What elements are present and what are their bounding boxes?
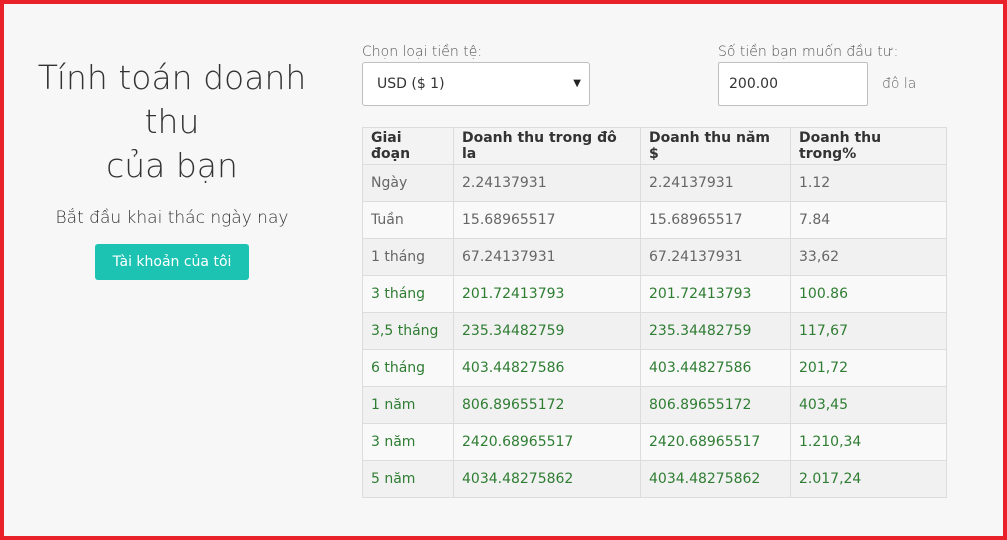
- currency-value: USD ($ 1): [377, 76, 445, 92]
- revenue-year-cell: 2.24137931: [640, 164, 791, 202]
- title-line-2: của bạn: [106, 146, 238, 185]
- revenue-dollar-cell: 2420.68965517: [453, 423, 641, 461]
- header-period: Giai đoạn: [362, 127, 454, 165]
- amount-unit: đô la: [882, 76, 917, 92]
- revenue-year-cell: 235.34482759: [640, 312, 791, 350]
- revenue-year-cell: 403.44827586: [640, 349, 791, 387]
- revenue-year-cell: 2420.68965517: [640, 423, 791, 461]
- amount-label: Số tiền bạn muốn đầu tư:: [718, 44, 899, 60]
- revenue-dollar-cell: 67.24137931: [453, 238, 641, 276]
- revenue-percent-cell: 117,67: [790, 312, 947, 350]
- revenue-dollar-cell: 4034.48275862: [453, 460, 641, 498]
- period-cell: Tuần: [362, 201, 454, 239]
- table-header-row: Giai đoạn Doanh thu trong đô la Doanh th…: [362, 127, 947, 165]
- revenue-dollar-cell: 806.89655172: [453, 386, 641, 424]
- revenue-year-cell: 67.24137931: [640, 238, 791, 276]
- period-cell: 6 tháng: [362, 349, 454, 387]
- currency-label: Chọn loại tiền tệ:: [362, 44, 483, 60]
- revenue-year-cell: 201.72413793: [640, 275, 791, 313]
- table-row: 6 tháng 403.44827586 403.44827586 201,72: [362, 349, 947, 387]
- table-row: Tuần 15.68965517 15.68965517 7.84: [362, 201, 947, 239]
- revenue-percent-cell: 33,62: [790, 238, 947, 276]
- header-revenue-year: Doanh thu năm $: [640, 127, 791, 165]
- revenue-dollar-cell: 235.34482759: [453, 312, 641, 350]
- revenue-percent-cell: 7.84: [790, 201, 947, 239]
- period-cell: 3 năm: [362, 423, 454, 461]
- table-row: 3 tháng 201.72413793 201.72413793 100.86: [362, 275, 947, 313]
- table-row: 5 năm 4034.48275862 4034.48275862 2.017,…: [362, 460, 947, 498]
- period-cell: 1 tháng: [362, 238, 454, 276]
- hero-section: Tính toán doanh thu của bạn Bắt đầu khai…: [12, 56, 332, 280]
- period-cell: 3 tháng: [362, 275, 454, 313]
- revenue-percent-cell: 100.86: [790, 275, 947, 313]
- amount-input[interactable]: 200.00: [718, 62, 868, 106]
- revenue-table: Giai đoạn Doanh thu trong đô la Doanh th…: [362, 127, 947, 498]
- currency-select[interactable]: USD ($ 1) ▼: [362, 62, 590, 106]
- table-row: 1 tháng 67.24137931 67.24137931 33,62: [362, 238, 947, 276]
- period-cell: 1 năm: [362, 386, 454, 424]
- revenue-percent-cell: 1.210,34: [790, 423, 947, 461]
- page-title: Tính toán doanh thu của bạn: [12, 56, 332, 188]
- table-row: 3,5 tháng 235.34482759 235.34482759 117,…: [362, 312, 947, 350]
- period-cell: 3,5 tháng: [362, 312, 454, 350]
- caret-down-icon: ▼: [573, 78, 581, 89]
- revenue-year-cell: 806.89655172: [640, 386, 791, 424]
- revenue-dollar-cell: 403.44827586: [453, 349, 641, 387]
- table-row: 3 năm 2420.68965517 2420.68965517 1.210,…: [362, 423, 947, 461]
- period-cell: Ngày: [362, 164, 454, 202]
- subtitle: Bắt đầu khai thác ngày nay: [55, 208, 289, 228]
- revenue-percent-cell: 201,72: [790, 349, 947, 387]
- revenue-dollar-cell: 2.24137931: [453, 164, 641, 202]
- revenue-percent-cell: 403,45: [790, 386, 947, 424]
- header-revenue-dollar: Doanh thu trong đô la: [453, 127, 641, 165]
- revenue-dollar-cell: 201.72413793: [453, 275, 641, 313]
- period-cell: 5 năm: [362, 460, 454, 498]
- title-line-1: Tính toán doanh thu: [37, 58, 307, 141]
- header-revenue-percent: Doanh thu trong%: [790, 127, 947, 165]
- revenue-percent-cell: 1.12: [790, 164, 947, 202]
- table-row: Ngày 2.24137931 2.24137931 1.12: [362, 164, 947, 202]
- my-account-button[interactable]: Tài khoản của tôi: [94, 244, 250, 280]
- revenue-percent-cell: 2.017,24: [790, 460, 947, 498]
- revenue-year-cell: 4034.48275862: [640, 460, 791, 498]
- table-row: 1 năm 806.89655172 806.89655172 403,45: [362, 386, 947, 424]
- revenue-year-cell: 15.68965517: [640, 201, 791, 239]
- revenue-dollar-cell: 15.68965517: [453, 201, 641, 239]
